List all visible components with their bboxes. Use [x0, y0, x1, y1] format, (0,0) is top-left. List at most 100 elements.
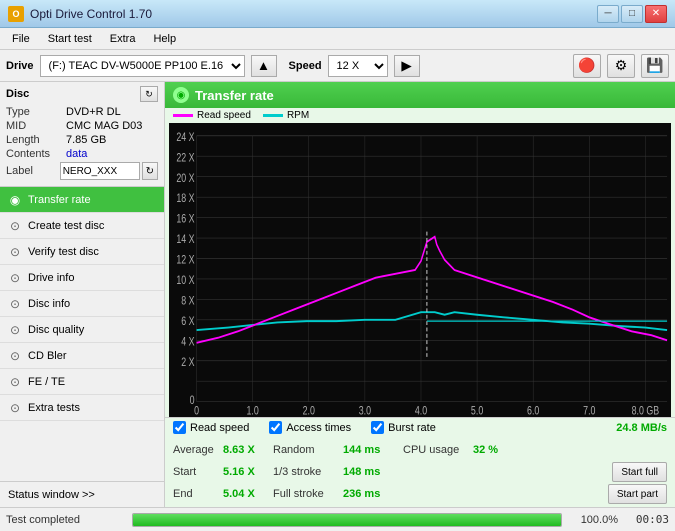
sidebar-item-drive-info[interactable]: ⊙ Drive info [0, 265, 164, 291]
sidebar-item-label: Disc quality [28, 324, 84, 336]
disc-length-label: Length [6, 134, 66, 146]
svg-text:7.0: 7.0 [583, 405, 596, 417]
menu-bar: File Start test Extra Help [0, 28, 675, 50]
sidebar-item-fe-te[interactable]: ⊙ FE / TE [0, 369, 164, 395]
stats-area: Average 8.63 X Random 144 ms CPU usage 3… [165, 437, 675, 507]
drive-eject-button[interactable]: ▲ [251, 55, 277, 77]
sidebar-item-label: Drive info [28, 272, 74, 284]
nav-items: ◉ Transfer rate ⊙ Create test disc ⊙ Ver… [0, 187, 164, 421]
disc-mid-value: CMC MAG D03 [66, 120, 142, 132]
menu-help[interactable]: Help [145, 31, 184, 47]
menu-file[interactable]: File [4, 31, 38, 47]
drive-select[interactable]: (F:) TEAC DV-W5000E PP100 E.16 [40, 55, 245, 77]
legend-rpm-color [263, 114, 283, 117]
speed-select[interactable]: 12 X [328, 55, 388, 77]
burst-rate-checkbox[interactable] [371, 421, 384, 434]
erase-button[interactable]: 🔴 [573, 54, 601, 78]
end-label: End [173, 488, 223, 500]
save-button[interactable]: 💾 [641, 54, 669, 78]
sidebar-item-label: Create test disc [28, 220, 104, 232]
sidebar-item-verify-test-disc[interactable]: ⊙ Verify test disc [0, 239, 164, 265]
sidebar-item-label: Extra tests [28, 402, 80, 414]
checkbox-burst-rate[interactable]: Burst rate [371, 421, 436, 434]
svg-text:2.0: 2.0 [303, 405, 316, 417]
legend-read-speed-color [173, 114, 193, 117]
status-window-button[interactable]: Status window >> [0, 481, 164, 507]
sidebar-item-label: Disc info [28, 298, 70, 310]
disc-refresh-button[interactable]: ↻ [140, 86, 158, 102]
close-button[interactable]: ✕ [645, 5, 667, 23]
sidebar-item-create-test-disc[interactable]: ⊙ Create test disc [0, 213, 164, 239]
speed-apply-button[interactable]: ▶ [394, 55, 420, 77]
minimize-button[interactable]: ─ [597, 5, 619, 23]
disc-contents-value: data [66, 148, 87, 160]
disc-type-row: Type DVD+R DL [6, 106, 158, 118]
chart-header: ◉ Transfer rate [165, 82, 675, 108]
full-stroke-value: 236 ms [343, 488, 403, 500]
disc-label-refresh-button[interactable]: ↻ [142, 162, 158, 180]
extra-tests-icon: ⊙ [8, 401, 22, 415]
time-display: 00:03 [624, 513, 669, 526]
burst-rate-display: 24.8 MB/s [616, 422, 667, 434]
sidebar-item-transfer-rate[interactable]: ◉ Transfer rate [0, 187, 164, 213]
cd-bler-icon: ⊙ [8, 349, 22, 363]
stats-row-2: Start 5.16 X 1/3 stroke 148 ms Start ful… [173, 461, 667, 483]
sidebar-item-extra-tests[interactable]: ⊙ Extra tests [0, 395, 164, 421]
svg-text:5.0: 5.0 [471, 405, 484, 417]
disc-length-value: 7.85 GB [66, 134, 106, 146]
disc-label-row: Label ↻ [6, 162, 158, 180]
chart-title: Transfer rate [195, 88, 274, 103]
disc-panel-title: Disc [6, 88, 29, 100]
sidebar-item-label: FE / TE [28, 376, 65, 388]
chart-header-icon: ◉ [173, 87, 189, 103]
legend-rpm: RPM [263, 110, 309, 121]
end-value: 5.04 X [223, 488, 273, 500]
menu-start-test[interactable]: Start test [40, 31, 100, 47]
create-test-disc-icon: ⊙ [8, 219, 22, 233]
start-part-button[interactable]: Start part [608, 484, 667, 504]
svg-text:8 X: 8 X [181, 296, 194, 308]
window-controls: ─ □ ✕ [597, 5, 667, 23]
access-times-checkbox-label: Access times [286, 422, 351, 434]
one-third-value: 148 ms [343, 466, 403, 478]
start-full-button[interactable]: Start full [612, 462, 667, 482]
disc-label-input[interactable] [60, 162, 140, 180]
cpu-value: 32 % [473, 444, 523, 456]
disc-mid-label: MID [6, 120, 66, 132]
checkboxes-row: Read speed Access times Burst rate 24.8 … [165, 417, 675, 437]
legend-read-speed: Read speed [173, 110, 251, 121]
read-speed-checkbox[interactable] [173, 421, 186, 434]
verify-test-disc-icon: ⊙ [8, 245, 22, 259]
drive-label: Drive [6, 60, 34, 72]
checkbox-access-times[interactable]: Access times [269, 421, 351, 434]
disc-panel: Disc ↻ Type DVD+R DL MID CMC MAG D03 Len… [0, 82, 164, 187]
svg-text:24 X: 24 X [176, 132, 194, 144]
status-window-label: Status window >> [8, 489, 95, 501]
svg-text:18 X: 18 X [176, 193, 194, 205]
sidebar-item-disc-quality[interactable]: ⊙ Disc quality [0, 317, 164, 343]
sidebar-item-disc-info[interactable]: ⊙ Disc info [0, 291, 164, 317]
disc-contents-row: Contents data [6, 148, 158, 160]
svg-text:0: 0 [194, 405, 199, 417]
maximize-button[interactable]: □ [621, 5, 643, 23]
fe-te-icon: ⊙ [8, 375, 22, 389]
stats-row-1: Average 8.63 X Random 144 ms CPU usage 3… [173, 439, 667, 461]
sidebar-item-cd-bler[interactable]: ⊙ CD Bler [0, 343, 164, 369]
access-times-checkbox[interactable] [269, 421, 282, 434]
settings-button[interactable]: ⚙ [607, 54, 635, 78]
svg-text:4.0: 4.0 [415, 405, 428, 417]
burst-rate-checkbox-label: Burst rate [388, 422, 436, 434]
app-title: Opti Drive Control 1.70 [30, 7, 152, 21]
burst-rate-value: 24.8 MB/s [616, 422, 667, 434]
svg-text:22 X: 22 X [176, 152, 194, 164]
progress-bar [133, 514, 561, 526]
stats-row-3: End 5.04 X Full stroke 236 ms Start part [173, 483, 667, 505]
chart-svg: 24 X 22 X 20 X 18 X 16 X 14 X 12 X 10 X … [169, 123, 671, 417]
status-text: Test completed [6, 514, 126, 526]
checkbox-read-speed[interactable]: Read speed [173, 421, 249, 434]
disc-mid-row: MID CMC MAG D03 [6, 120, 158, 132]
menu-extra[interactable]: Extra [102, 31, 144, 47]
read-speed-checkbox-label: Read speed [190, 422, 249, 434]
svg-text:8.0 GB: 8.0 GB [632, 405, 660, 417]
disc-type-label: Type [6, 106, 66, 118]
